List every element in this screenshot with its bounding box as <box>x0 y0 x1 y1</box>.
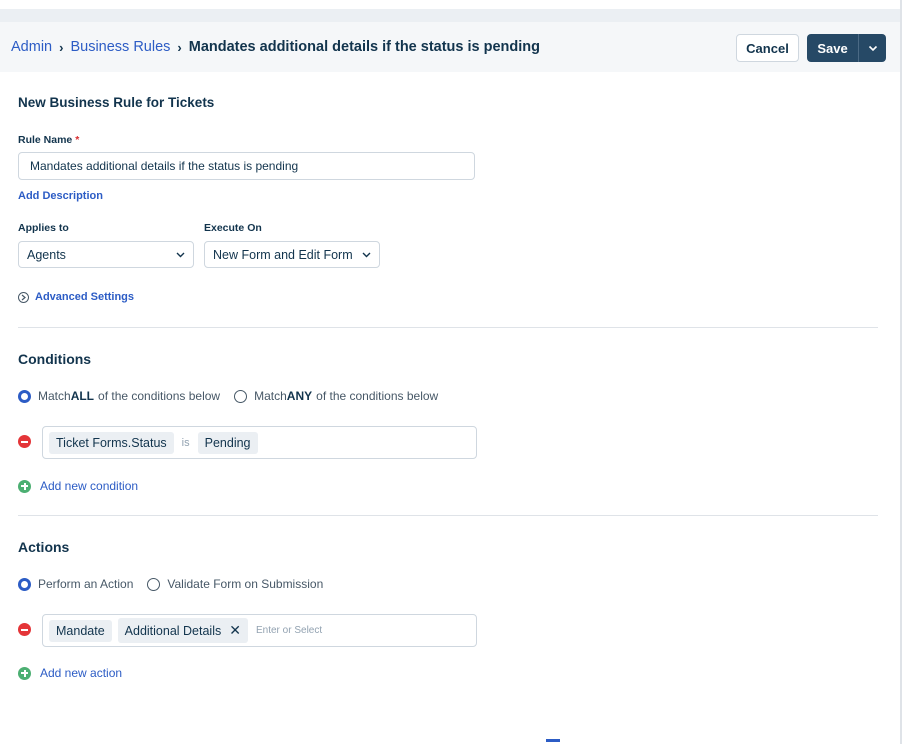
bottom-indicator <box>546 739 560 742</box>
action-target-label: Additional Details <box>124 623 222 638</box>
execute-on-select[interactable]: New Form and Edit Form <box>204 241 380 268</box>
condition-value-chip[interactable]: Pending <box>197 431 258 454</box>
condition-field-chip[interactable]: Ticket Forms.Status <box>49 431 174 454</box>
rule-name-input[interactable]: Mandates additional details if the statu… <box>18 152 475 180</box>
radio-unselected-icon <box>234 389 248 403</box>
close-icon[interactable]: ✕ <box>229 622 241 639</box>
match-any-radio[interactable]: Match ANY of the conditions below <box>234 389 438 403</box>
breadcrumb-admin-link[interactable]: Admin <box>11 39 52 55</box>
action-target-chip[interactable]: Additional Details ✕ <box>117 618 248 643</box>
advanced-settings-toggle[interactable]: Advanced Settings <box>18 291 134 303</box>
section-divider <box>18 515 878 516</box>
applies-to-label: Applies to <box>18 222 69 234</box>
remove-action-icon[interactable] <box>18 623 31 636</box>
remove-condition-icon[interactable] <box>18 435 31 448</box>
validate-form-label: Validate Form on Submission <box>167 577 324 591</box>
radio-selected-icon <box>18 389 31 403</box>
match-all-bold: ALL <box>70 389 95 403</box>
conditions-title: Conditions <box>18 351 92 367</box>
condition-operator[interactable]: is <box>182 437 190 449</box>
rule-name-value: Mandates additional details if the statu… <box>30 159 299 173</box>
match-any-bold: ANY <box>286 389 313 403</box>
match-all-pre: Match <box>38 389 71 403</box>
required-mark: * <box>75 134 80 146</box>
breadcrumb-business-rules-link[interactable]: Business Rules <box>70 39 170 55</box>
actions-mode-options: Perform an Action Validate Form on Submi… <box>18 577 337 591</box>
chevron-down-icon <box>176 252 185 257</box>
applies-to-select[interactable]: Agents <box>18 241 194 268</box>
chevron-right-icon: › <box>177 39 182 55</box>
section-divider <box>18 327 878 328</box>
execute-on-value: New Form and Edit Form <box>213 247 353 262</box>
action-row[interactable]: Mandate Additional Details ✕ Enter or Se… <box>42 614 477 647</box>
breadcrumb-current: Mandates additional details if the statu… <box>188 39 541 55</box>
perform-action-label: Perform an Action <box>38 577 134 591</box>
add-description-link[interactable]: Add Description <box>18 190 103 202</box>
rule-name-label: Rule Name * <box>18 134 79 146</box>
match-any-post: of the conditions below <box>316 389 439 403</box>
page-header: Admin › Business Rules › Mandates additi… <box>0 22 900 72</box>
conditions-match-options: Match ALL of the conditions below Match … <box>18 389 452 403</box>
add-new-action-label: Add new action <box>40 666 123 680</box>
save-button[interactable]: Save <box>807 34 886 62</box>
match-all-radio[interactable]: Match ALL of the conditions below <box>18 389 220 403</box>
chevron-down-icon <box>362 252 371 257</box>
action-target-input[interactable]: Enter or Select <box>256 625 322 636</box>
add-new-condition-button[interactable]: Add new condition <box>18 479 138 493</box>
cancel-button[interactable]: Cancel <box>736 34 799 62</box>
execute-on-label: Execute On <box>204 222 262 234</box>
match-any-pre: Match <box>254 389 287 403</box>
add-new-action-button[interactable]: Add new action <box>18 666 122 680</box>
applies-to-value: Agents <box>27 247 66 262</box>
match-all-post: of the conditions below <box>98 389 221 403</box>
add-new-condition-label: Add new condition <box>40 479 139 493</box>
breadcrumb: Admin › Business Rules › Mandates additi… <box>11 39 540 55</box>
rule-name-label-text: Rule Name <box>18 134 73 146</box>
top-strip <box>0 0 902 22</box>
chevron-right-icon: › <box>59 39 64 55</box>
save-button-label[interactable]: Save <box>807 41 858 56</box>
perform-action-radio[interactable]: Perform an Action <box>18 577 133 591</box>
advanced-settings-label: Advanced Settings <box>35 291 135 303</box>
validate-form-radio[interactable]: Validate Form on Submission <box>147 577 323 591</box>
plus-circle-icon <box>18 666 31 680</box>
actions-title: Actions <box>18 539 70 555</box>
form-title: New Business Rule for Tickets <box>18 95 215 110</box>
chevron-down-icon <box>868 45 877 51</box>
chevron-right-circle-icon <box>18 291 29 303</box>
plus-circle-icon <box>18 479 31 493</box>
radio-unselected-icon <box>147 577 161 591</box>
radio-selected-icon <box>18 577 31 591</box>
action-type-chip[interactable]: Mandate <box>49 619 112 642</box>
save-options-dropdown[interactable] <box>859 45 886 52</box>
condition-row[interactable]: Ticket Forms.Status is Pending <box>42 426 477 459</box>
